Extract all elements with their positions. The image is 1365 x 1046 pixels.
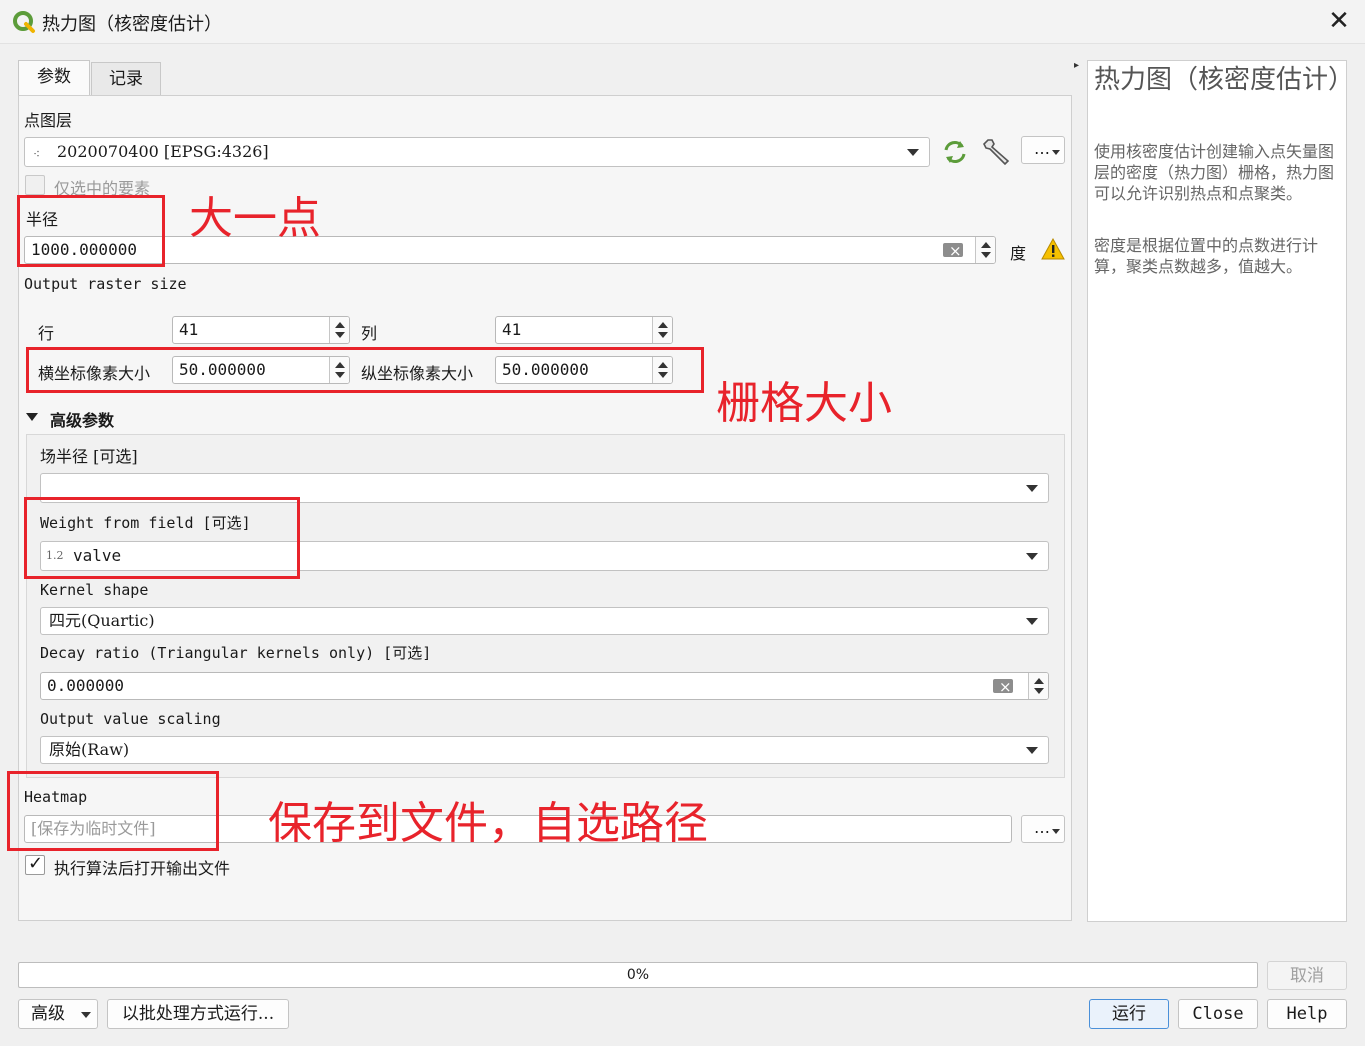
qgis-logo-icon [13,11,35,33]
help-title: 热力图（核密度估计） [1094,65,1355,95]
chevron-down-icon [907,149,919,156]
chevron-down-icon [1026,485,1038,492]
help-description-2: 密度是根据位置中的点数进行计算，聚类点数越多，值越大。 [1094,236,1319,276]
decay-ratio-spinner[interactable] [1028,673,1048,699]
collapse-help-arrow-icon[interactable]: ▸ [1074,60,1079,71]
output-scaling-select[interactable]: 原始(Raw) [40,736,1049,764]
point-layer-select[interactable]: ⁖ 2020070400 [EPSG:4326] [24,137,930,167]
open-output-label: 执行算法后打开输出文件 [54,859,231,878]
clear-icon[interactable] [993,674,1013,699]
run-as-batch-button[interactable]: 以批处理方式运行... [107,999,289,1029]
window-title: 热力图（核密度估计） [42,14,222,35]
progress-label: 0% [626,967,650,983]
radius-input[interactable]: 1000.000000 [24,236,996,264]
warning-icon [1041,238,1065,260]
chevron-down-icon [1052,150,1060,155]
selected-features-checkbox[interactable] [25,175,45,195]
heatmap-output-browse-button[interactable]: … [1021,815,1065,843]
radius-unit-label: 度 [1010,244,1027,263]
radius-spinner[interactable] [975,237,995,263]
open-output-checkbox[interactable]: ✓ [25,853,45,875]
clear-icon[interactable] [943,238,963,263]
cols-label: 列 [361,324,378,343]
radius-annotation: 大一点 [189,193,321,244]
help-description: 使用核密度估计创建输入点矢量图层的密度（热力图）栅格，热力图可以允许识别热点和点… [1094,142,1335,203]
cancel-button[interactable]: 取消 [1267,961,1347,990]
decay-ratio-label: Decay ratio (Triangular kernels only) [可… [40,644,432,662]
cols-input[interactable]: 41 [495,316,673,344]
decay-ratio-input[interactable]: 0.000000 [40,672,1049,700]
window-close-icon[interactable]: ✕ [1324,6,1354,36]
point-layer-value: 2020070400 [EPSG:4326] [57,142,269,161]
point-layer-icon: ⁖ [33,147,43,161]
raster-size-highlight-box [26,347,704,393]
advanced-params-toggle[interactable]: 高级参数 [50,407,114,431]
help-panel: 热力图（核密度估计） 使用核密度估计创建输入点矢量图层的密度（热力图）栅格，热力… [1087,60,1355,922]
chevron-down-icon [1052,829,1060,834]
iterate-features-icon[interactable] [941,138,969,166]
heatmap-output-highlight-box [7,771,219,851]
collapse-triangle-icon[interactable] [26,413,38,421]
tab-log[interactable]: 记录 [91,62,161,95]
progress-bar: 0% [18,962,1258,988]
rows-spinner[interactable] [329,317,349,343]
kernel-shape-label: Kernel shape [40,581,149,599]
chevron-down-icon [1026,747,1038,754]
advanced-dropdown-button[interactable]: 高级 [18,999,98,1029]
radius-highlight-box [17,195,165,267]
output-scaling-label: Output value scaling [40,710,221,728]
rows-input[interactable]: 41 [172,316,350,344]
raster-size-annotation: 栅格大小 [716,378,892,429]
chevron-down-icon [81,1012,91,1018]
rows-label: 行 [38,324,55,343]
save-annotation: 保存到文件，自选路径 [268,798,708,849]
cols-spinner[interactable] [652,317,672,343]
kernel-shape-select[interactable]: 四元(Quartic) [40,607,1049,635]
title-bar: 热力图（核密度估计） ✕ [0,0,1365,44]
point-layer-options-button[interactable]: … [1021,136,1065,164]
output-raster-size-label: Output raster size [24,275,187,293]
close-button[interactable]: Close [1178,999,1258,1029]
wrench-settings-icon[interactable] [982,136,1014,166]
checkmark-icon: ✓ [28,853,44,874]
weight-field-highlight-box [24,497,300,579]
point-layer-label: 点图层 [24,111,73,130]
chevron-down-icon [1026,553,1038,560]
chevron-down-icon [1026,618,1038,625]
radius-field-label: 场半径 [可选] [40,447,138,466]
help-button[interactable]: Help [1267,999,1347,1029]
run-button[interactable]: 运行 [1089,999,1169,1029]
tab-parameters[interactable]: 参数 [18,60,90,96]
